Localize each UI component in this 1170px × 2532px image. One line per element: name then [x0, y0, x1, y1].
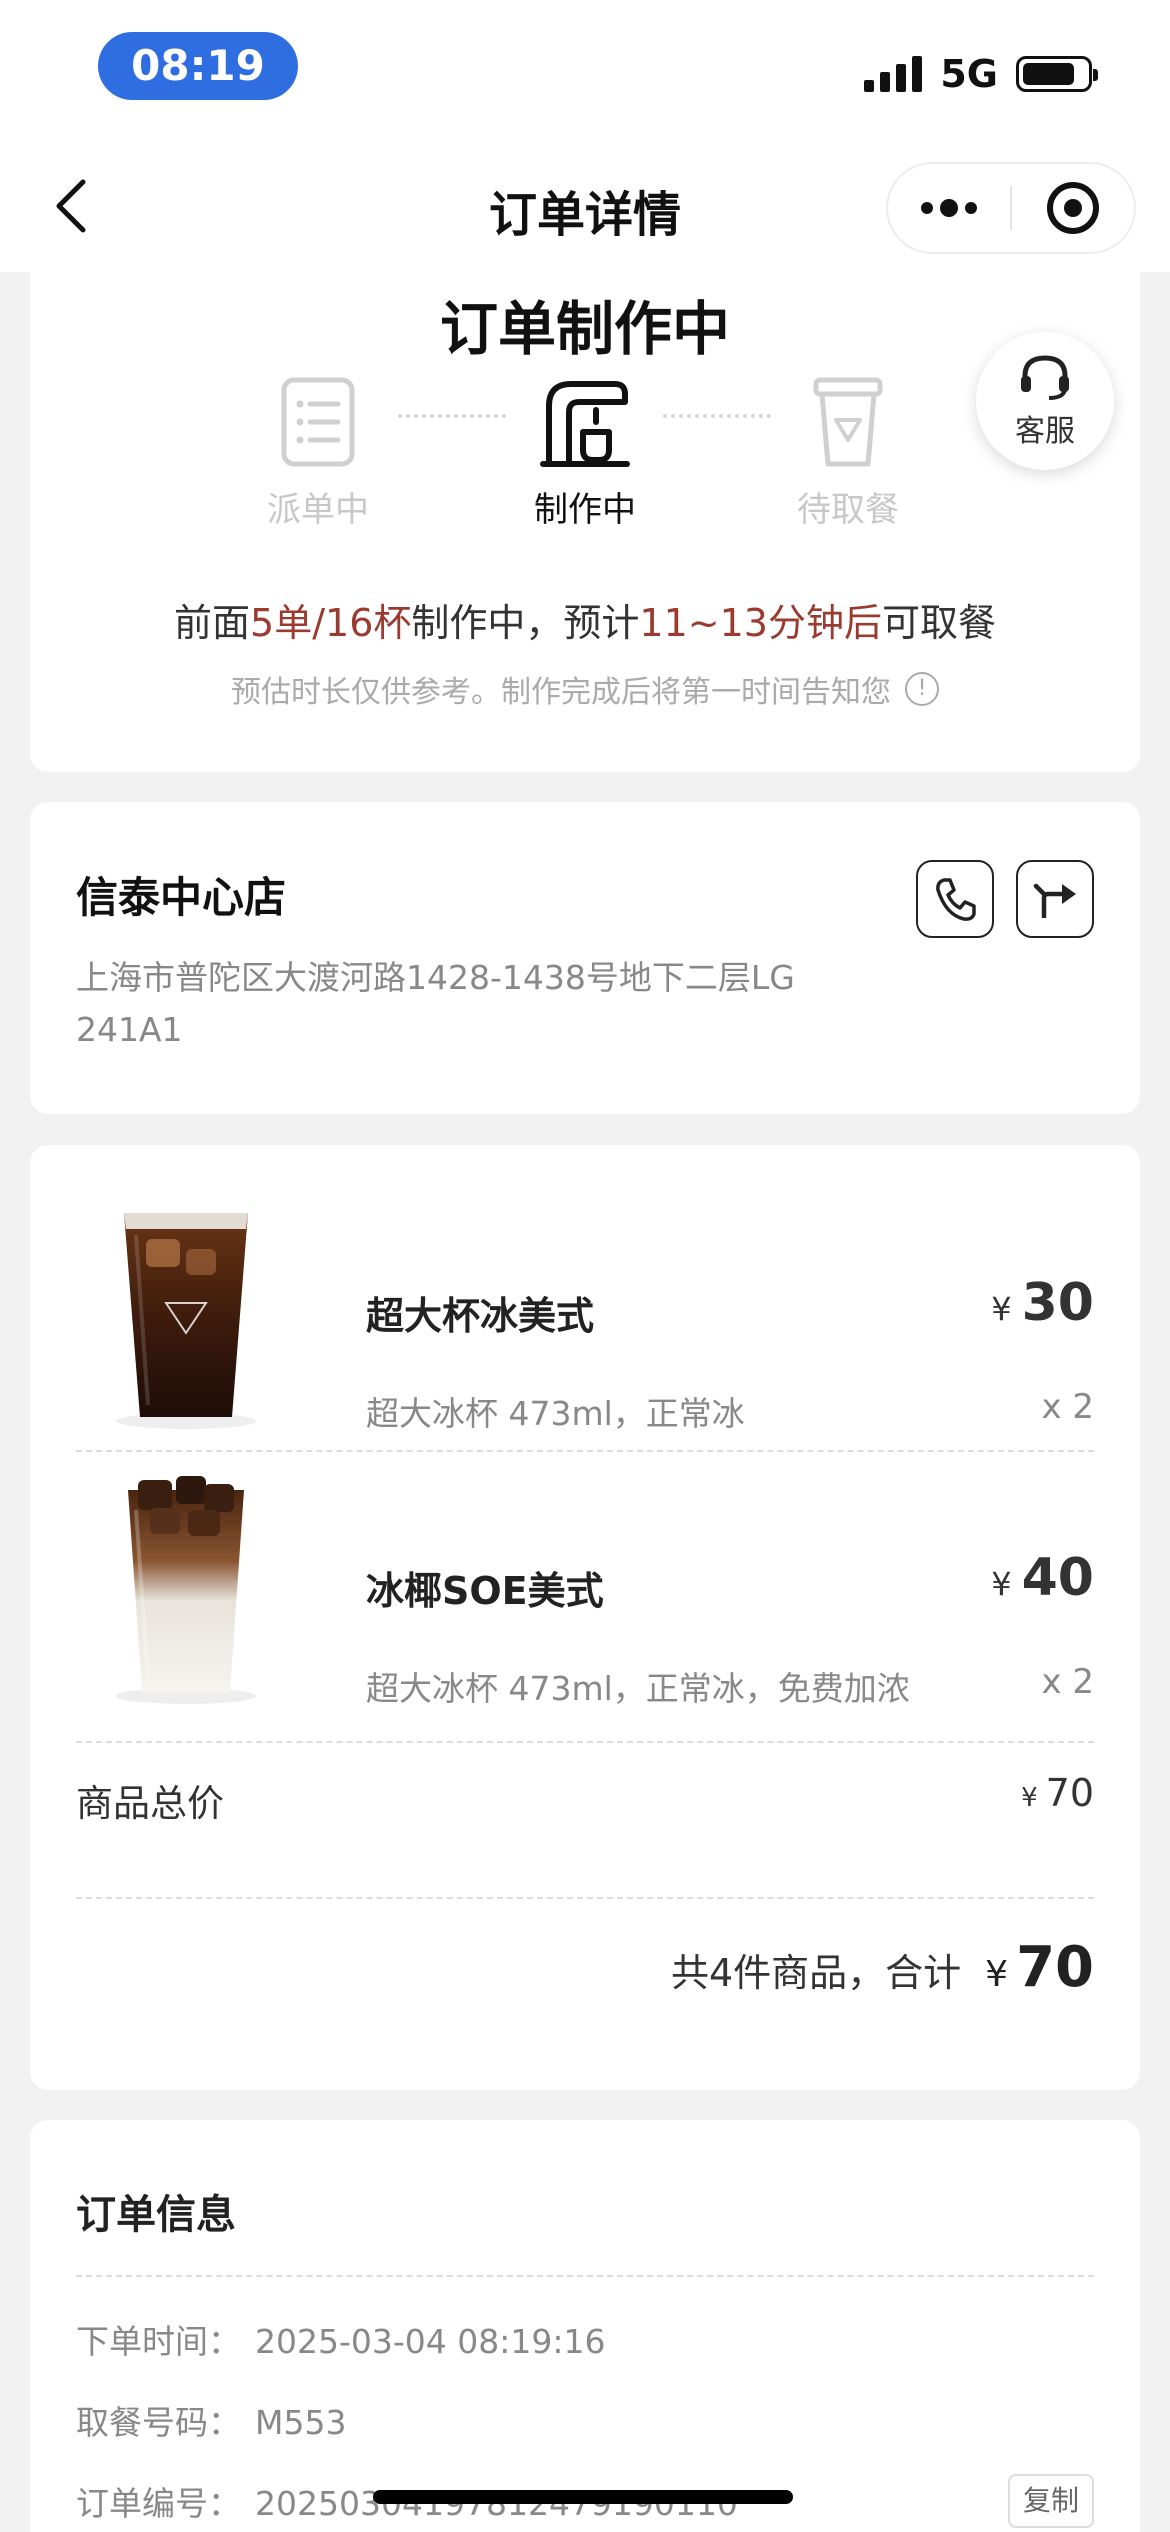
- step-label: 制作中: [534, 490, 636, 530]
- divider: [76, 1450, 1094, 1452]
- total-amount: 70: [1016, 1935, 1094, 2000]
- network-label: 5G: [940, 52, 998, 96]
- store-card: 信泰中心店 上海市普陀区大渡河路1428-1438号地下二层LG 241A1: [30, 802, 1140, 1114]
- step-label: 待取餐: [797, 490, 899, 530]
- step-dispatching: 派单中: [218, 372, 418, 531]
- battery-icon: [1016, 56, 1098, 92]
- customer-service-button[interactable]: 客服: [976, 332, 1114, 470]
- coconut-americano-image: [116, 1476, 256, 1704]
- customer-service-label: 客服: [1015, 414, 1075, 449]
- order-status-title: 订单制作中: [439, 295, 730, 363]
- signal-icon: [864, 56, 923, 92]
- order-info-card: 订单信息 下单时间： 2025-03-04 08:19:16 取餐号码： M553 …: [30, 2120, 1140, 2532]
- step-label: 派单中: [267, 490, 369, 530]
- mini-program-capsule: [886, 162, 1136, 254]
- subtotal-amount: 70: [1045, 1771, 1094, 1815]
- item-price: ¥40: [991, 1548, 1094, 1608]
- call-store-button[interactable]: [916, 860, 994, 938]
- currency-symbol: ¥: [991, 1290, 1012, 1328]
- store-name: 信泰中心店: [76, 873, 287, 922]
- item-price: ¥30: [991, 1273, 1094, 1333]
- document-list-icon: [281, 377, 355, 467]
- eta-middle: 制作中，预计: [411, 601, 640, 645]
- status-time: 08:19: [98, 32, 298, 100]
- coffee-machine-icon: [540, 381, 630, 467]
- step-awaiting-pickup: 待取餐: [748, 372, 948, 531]
- item-spec: 超大冰杯 473ml，正常冰，免费加浓: [366, 1669, 910, 1708]
- pickup-code-row: 取餐号码： M553: [76, 2396, 346, 2444]
- list-item[interactable]: 超大杯冰美式 超大冰杯 473ml，正常冰 ¥30 x 2: [76, 1195, 1094, 1435]
- divider: [76, 2275, 1094, 2277]
- more-icon: [921, 199, 977, 217]
- eta-suffix: 可取餐: [881, 601, 996, 645]
- eta-minutes: 11~13分钟后: [639, 601, 882, 645]
- total-label: 共4件商品，合计: [670, 1951, 962, 1995]
- eta-text: 前面5单/16杯制作中，预计11~13分钟后可取餐: [30, 592, 1140, 647]
- total-value: ¥70: [985, 1935, 1094, 2000]
- more-button[interactable]: [888, 164, 1010, 252]
- target-icon: [1047, 182, 1099, 234]
- order-items-card: 超大杯冰美式 超大冰杯 473ml，正常冰 ¥30 x 2 冰椰SOE美式 超大…: [30, 1145, 1140, 2090]
- copy-button[interactable]: 复制: [1008, 2474, 1094, 2528]
- step-making: 制作中: [485, 372, 685, 531]
- headset-icon: [1021, 355, 1069, 400]
- order-time-row: 下单时间： 2025-03-04 08:19:16: [76, 2315, 605, 2363]
- item-name: 超大杯冰美式: [366, 1294, 595, 1338]
- item-price-value: 30: [1021, 1273, 1094, 1333]
- subtotal-value: ¥70: [1021, 1771, 1094, 1815]
- directions-icon: [1033, 883, 1076, 918]
- item-quantity: x 2: [1041, 1662, 1094, 1702]
- iced-americano-image: [116, 1213, 256, 1429]
- eta-prefix: 前面: [174, 601, 251, 645]
- currency-symbol: ¥: [985, 1954, 1009, 1995]
- navigate-button[interactable]: [1016, 860, 1094, 938]
- cup-icon: [813, 377, 883, 467]
- item-name: 冰椰SOE美式: [366, 1569, 604, 1613]
- pickup-code-value: M553: [255, 2403, 347, 2442]
- divider: [76, 1741, 1094, 1743]
- order-number-label: 订单编号：: [76, 2484, 241, 2523]
- divider: [76, 1897, 1094, 1899]
- phone-icon: [936, 878, 976, 921]
- order-time-label: 下单时间：: [76, 2322, 241, 2361]
- pickup-code-label: 取餐号码：: [76, 2403, 241, 2442]
- info-icon[interactable]: !: [905, 672, 939, 706]
- order-total: 共4件商品，合计 ¥70: [671, 1935, 1094, 2000]
- store-address: 上海市普陀区大渡河路1428-1438号地下二层LG 241A1: [76, 958, 795, 1049]
- eta-queue: 5单/16杯: [250, 601, 412, 645]
- order-info-title: 订单信息: [76, 2192, 236, 2238]
- home-indicator[interactable]: [373, 2490, 793, 2504]
- eta-note: 预估时长仅供参考。制作完成后将第一时间告知您 !: [30, 667, 1140, 711]
- order-time-value: 2025-03-04 08:19:16: [255, 2322, 606, 2361]
- subtotal-label: 商品总价: [76, 1782, 224, 1825]
- top-bar: 08:19 5G 订单详情: [0, 0, 1170, 272]
- list-item[interactable]: 冰椰SOE美式 超大冰杯 473ml，正常冰，免费加浓 ¥40 x 2: [76, 1470, 1094, 1710]
- currency-symbol: ¥: [991, 1565, 1012, 1603]
- currency-symbol: ¥: [1021, 1783, 1038, 1813]
- eta-note-text: 预估时长仅供参考。制作完成后将第一时间告知您: [231, 675, 891, 710]
- item-quantity: x 2: [1041, 1387, 1094, 1427]
- status-indicators: 5G: [864, 50, 1098, 98]
- item-price-value: 40: [1021, 1548, 1094, 1608]
- order-status-card: 订单制作中 派单中 制作中 待取餐 客服 前面5单/16杯制作中，预计11~13…: [30, 272, 1140, 772]
- close-miniprogram-button[interactable]: [1012, 164, 1134, 252]
- item-spec: 超大冰杯 473ml，正常冰: [366, 1394, 745, 1433]
